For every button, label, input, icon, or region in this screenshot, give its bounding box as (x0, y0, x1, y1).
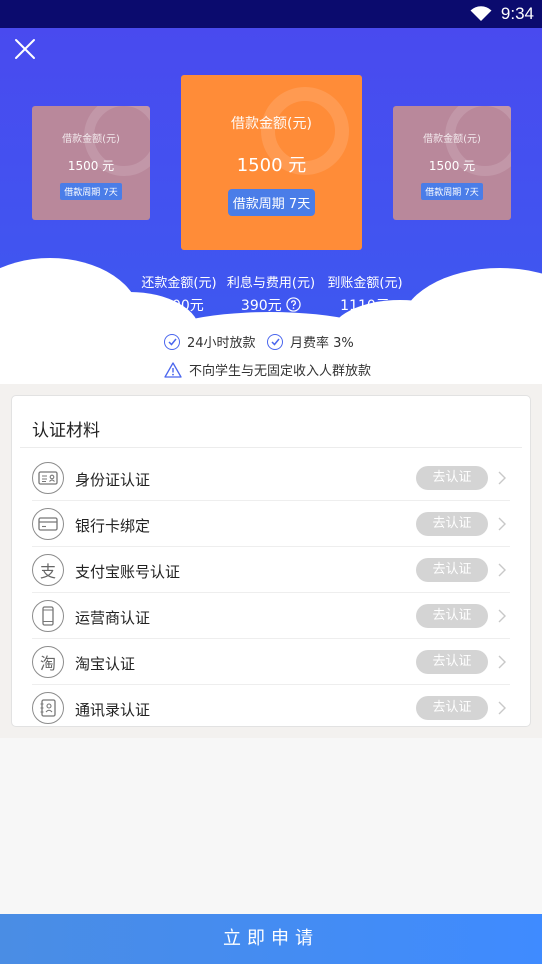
chevron-right-icon (498, 701, 506, 715)
notice-warning: 不向学生与无固定收入人群放款 (164, 360, 371, 379)
loan-card-amount: 1500 元 (67, 159, 115, 173)
chevron-right-icon (498, 563, 506, 577)
bank-card-icon (32, 508, 64, 540)
loan-card-title: 借款金额(元) (62, 134, 120, 145)
apply-now-button[interactable]: 立即申请 (0, 914, 542, 964)
loan-card-title: 借款金额(元) (423, 134, 481, 145)
chevron-right-icon (498, 609, 506, 623)
auth-item-contacts[interactable]: 通讯录认证 去认证 (32, 685, 510, 731)
panel-title: 认证材料 (32, 421, 100, 441)
loan-card-main[interactable]: 借款金额(元) 1500 元 借款周期 7天 (181, 75, 362, 250)
verify-button[interactable]: 去认证 (416, 604, 488, 628)
loan-card-period: 借款周期 7天 (60, 183, 122, 200)
verify-button[interactable]: 去认证 (416, 650, 488, 674)
status-time: 9:34 (500, 4, 534, 23)
empty-area (0, 738, 542, 914)
notice-section: 24小时放款 月费率 3% 不向学生与无固定收入人群放款 (0, 326, 542, 384)
taobao-icon: 淘 (32, 646, 64, 678)
id-card-icon (32, 462, 64, 494)
wifi-icon (470, 6, 492, 21)
alipay-icon: 支 (32, 554, 64, 586)
auth-item-label: 通讯录认证 (75, 701, 151, 719)
auth-section: 认证材料 身份证认证 去认证 银行卡绑定 去认证 支 支付宝账号认证 去认证 运… (0, 384, 542, 738)
auth-item-carrier[interactable]: 运营商认证 去认证 (32, 593, 510, 639)
auth-item-label: 银行卡绑定 (75, 517, 151, 535)
close-icon[interactable] (12, 36, 38, 62)
auth-item-alipay[interactable]: 支 支付宝账号认证 去认证 (32, 547, 510, 593)
stat-label: 利息与费用(元) (226, 276, 316, 291)
notice-fast-payout: 24小时放款 (164, 332, 256, 351)
auth-item-id-card[interactable]: 身份证认证 去认证 (32, 455, 510, 501)
loan-card-amount: 1500 元 (236, 155, 307, 176)
stat-label: 还款金额(元) (141, 276, 217, 291)
notice-text: 不向学生与无固定收入人群放款 (189, 364, 372, 379)
stat-value: 1110元 (340, 298, 390, 314)
auth-item-taobao[interactable]: 淘 淘宝认证 去认证 (32, 639, 510, 685)
verify-button[interactable]: 去认证 (416, 696, 488, 720)
check-circle-icon (164, 333, 180, 350)
loan-card-right[interactable]: 借款金额(元) 1500 元 借款周期 7天 (393, 106, 511, 220)
loan-card-title: 借款金额(元) (231, 116, 312, 132)
auth-panel: 认证材料 身份证认证 去认证 银行卡绑定 去认证 支 支付宝账号认证 去认证 运… (11, 395, 531, 727)
chevron-right-icon (498, 471, 506, 485)
chevron-right-icon (498, 655, 506, 669)
hero-banner: 9:34 借款金额(元) 1500 元 借款周期 7天 借款金额(元) 1500… (0, 0, 542, 326)
stat-label: 到账金额(元) (327, 276, 403, 291)
auth-item-bank-card[interactable]: 银行卡绑定 去认证 (32, 501, 510, 547)
stat-value: 390元 (240, 298, 282, 314)
loan-card-amount: 1500 元 (428, 159, 476, 173)
stat-value: 1500元 (154, 298, 204, 314)
notice-text: 月费率 3% (290, 336, 354, 351)
auth-item-label: 支付宝账号认证 (75, 563, 181, 581)
notice-monthly-rate: 月费率 3% (267, 332, 354, 351)
auth-item-label: 身份证认证 (75, 471, 151, 489)
stat-received: 到账金额(元) 1110元 (324, 272, 406, 315)
stat-repayment: 还款金额(元) 1500元 (138, 272, 220, 315)
stat-interest: 利息与费用(元) 390元 (224, 272, 318, 315)
verify-button[interactable]: 去认证 (416, 466, 488, 490)
verify-button[interactable]: 去认证 (416, 558, 488, 582)
status-bar: 9:34 (0, 0, 542, 28)
help-icon[interactable] (286, 297, 301, 312)
verify-button[interactable]: 去认证 (416, 512, 488, 536)
loan-card-period: 借款周期 7天 (227, 189, 316, 216)
auth-item-label: 淘宝认证 (75, 655, 136, 673)
loan-stats: 还款金额(元) 1500元 利息与费用(元) 390元 到账金额(元) 1110… (0, 272, 542, 314)
warning-icon (164, 361, 182, 378)
phone-icon (32, 600, 64, 632)
notice-text: 24小时放款 (187, 336, 256, 351)
chevron-right-icon (498, 517, 506, 531)
divider (20, 447, 522, 448)
check-circle-icon (267, 333, 283, 350)
loan-card-period: 借款周期 7天 (421, 183, 483, 200)
auth-item-label: 运营商认证 (75, 609, 151, 627)
loan-card-left[interactable]: 借款金额(元) 1500 元 借款周期 7天 (32, 106, 150, 220)
contacts-icon (32, 692, 64, 724)
